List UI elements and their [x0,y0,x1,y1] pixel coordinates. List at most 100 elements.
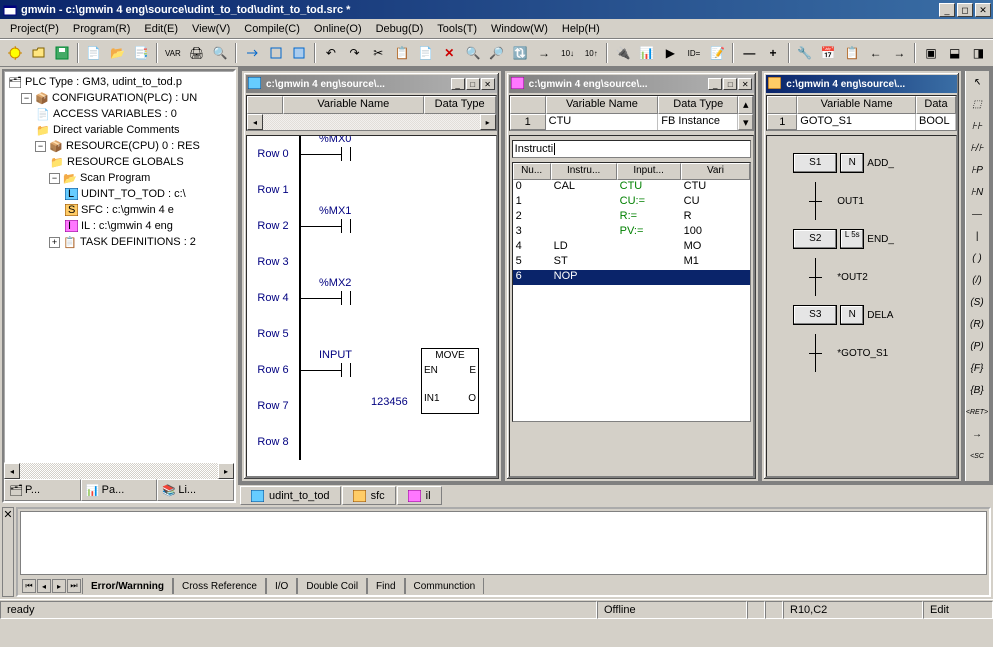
fwd-icon[interactable]: → [889,42,911,64]
coil-icon[interactable]: ( ) [966,247,988,269]
paste-icon[interactable]: 📄 [415,42,437,64]
output-tab-comm[interactable]: Communction [405,578,485,594]
h-scrollbar[interactable]: ◂ ▸ [4,463,234,479]
goto-icon[interactable]: → [533,42,555,64]
fn-icon[interactable]: {F} [966,357,988,379]
project-tree[interactable]: 🗂PLC Type : GM3, udint_to_tod.p −📦CONFIG… [5,72,233,252]
scroll-right-icon[interactable]: ▸ [480,114,496,130]
sc-icon[interactable]: <SC [966,445,988,467]
min-button[interactable]: _ [708,78,722,90]
run-icon[interactable]: ▶ [659,42,681,64]
instruction-input[interactable]: Instructi [512,140,752,158]
scroll-down-icon[interactable]: ▾ [738,114,753,130]
min-button[interactable]: _ [451,78,465,90]
output-text[interactable] [20,511,987,575]
open-icon[interactable] [28,42,50,64]
menu-window[interactable]: Window(W) [485,21,554,37]
col-var[interactable]: Vari [681,163,751,180]
menu-debug[interactable]: Debug(D) [370,21,430,37]
undo-icon[interactable]: ↶ [320,42,342,64]
tab-ladder[interactable]: udint_to_tod [240,486,341,505]
close-button[interactable]: ✕ [975,3,991,17]
cascade-icon[interactable]: ▣ [920,42,942,64]
tab-first-icon[interactable]: ⏮ [22,579,36,593]
menu-view[interactable]: View(V) [186,21,236,37]
collapse-icon[interactable]: − [35,141,46,152]
col-varname[interactable]: Variable Name [283,96,424,114]
sidebar-tab-lib[interactable]: 📚Li... [157,479,234,501]
jmp-icon[interactable]: → [966,423,988,445]
new-icon[interactable] [4,42,26,64]
minimize-button[interactable]: _ [939,3,955,17]
tile-v-icon[interactable]: ◨ [968,42,990,64]
sfc-diagram[interactable]: S1NADD_ OUT1 S2L 5sEND_ *OUT2 S3NDELA *G… [767,136,956,380]
expand-icon[interactable]: + [49,237,60,248]
close-button[interactable]: ✕ [738,78,752,90]
col-num[interactable]: Nu... [513,163,551,180]
tab-prev-icon[interactable]: ◂ [37,579,51,593]
save-icon[interactable] [51,42,73,64]
close-button[interactable]: ✕ [481,78,495,90]
cut-icon[interactable]: ✂ [367,42,389,64]
find-icon[interactable]: 🔍 [462,42,484,64]
menu-compile[interactable]: Compile(C) [238,21,306,37]
scroll-up-icon[interactable]: ▴ [738,96,753,114]
coil-n-icon[interactable]: (/) [966,269,988,291]
sidebar-tab-param[interactable]: 📊Pa... [81,479,158,501]
connect-icon[interactable]: 🔌 [612,42,634,64]
scroll-left-icon[interactable]: ◂ [4,463,20,479]
id-icon[interactable]: ID= [683,42,705,64]
output-tab-doublecoil[interactable]: Double Coil [297,578,367,594]
tab-last-icon[interactable]: ⏭ [67,579,81,593]
tool-icon[interactable]: 10↑ [580,42,602,64]
tool-icon[interactable]: 📅 [818,42,840,64]
arrow-tool-icon[interactable]: ↖ [966,71,988,93]
col-datatype[interactable]: Data Type [424,96,496,114]
delete-icon[interactable]: ✕ [438,42,460,64]
tool-icon[interactable]: 10↓ [557,42,579,64]
menu-program[interactable]: Program(R) [67,21,136,37]
contact-n-icon[interactable]: ⊦N [966,181,988,203]
sidebar-tab-project[interactable]: 🗂P... [4,479,81,501]
restore-button[interactable]: ◻ [957,3,973,17]
col-varname[interactable]: Variable Name [546,96,659,114]
grid-rowhead[interactable] [510,96,546,114]
max-button[interactable]: □ [466,78,480,90]
coil-s-icon[interactable]: (S) [966,291,988,313]
rebuild-icon[interactable] [288,42,310,64]
contact-no-icon[interactable]: ⊦⊦ [966,115,988,137]
col-varname[interactable]: Variable Name [797,96,916,114]
compile-icon[interactable] [241,42,263,64]
contact-nc-icon[interactable]: ⊦/⊦ [966,137,988,159]
tool-icon[interactable]: 🔧 [794,42,816,64]
coil-r-icon[interactable]: (R) [966,313,988,335]
output-tab-io[interactable]: I/O [266,578,297,594]
ladder-window[interactable]: c:\gmwin 4 eng\source\... _□✕ Variable N… [242,71,501,481]
col-instr[interactable]: Instru... [551,163,617,180]
scroll-right-icon[interactable]: ▸ [218,463,234,479]
ret-icon[interactable]: <RET> [966,401,988,423]
select-tool-icon[interactable]: ⬚ [966,93,988,115]
replace-icon[interactable]: 🔃 [509,42,531,64]
tool-icon[interactable]: 📑 [130,42,152,64]
menu-help[interactable]: Help(H) [556,21,606,37]
hline-icon[interactable]: — [966,203,988,225]
tree-root[interactable]: PLC Type : GM3, udint_to_tod.p [25,76,182,88]
vline-icon[interactable]: | [966,225,988,247]
output-tab-error[interactable]: Error/Warnning [82,578,173,594]
grid-rowhead[interactable] [247,96,283,114]
tool-icon[interactable]: 📂 [107,42,129,64]
scroll-left-icon[interactable]: ◂ [247,114,263,130]
copy-icon[interactable]: 📋 [391,42,413,64]
grid-rowhead[interactable] [767,96,797,114]
menu-project[interactable]: Project(P) [4,21,65,37]
preview-icon[interactable]: 🔍 [209,42,231,64]
print-icon[interactable]: 🖨 [186,42,208,64]
tab-next-icon[interactable]: ▸ [52,579,66,593]
findnext-icon[interactable]: 🔎 [486,42,508,64]
output-tab-xref[interactable]: Cross Reference [173,578,266,594]
max-button[interactable]: □ [723,78,737,90]
col-datatype[interactable]: Data [916,96,956,114]
il-listing[interactable]: 0CALCTUCTU 1CU:=CU 2R:=R 3PV:=100 4LDMO … [513,180,751,285]
output-tab-find[interactable]: Find [367,578,404,594]
